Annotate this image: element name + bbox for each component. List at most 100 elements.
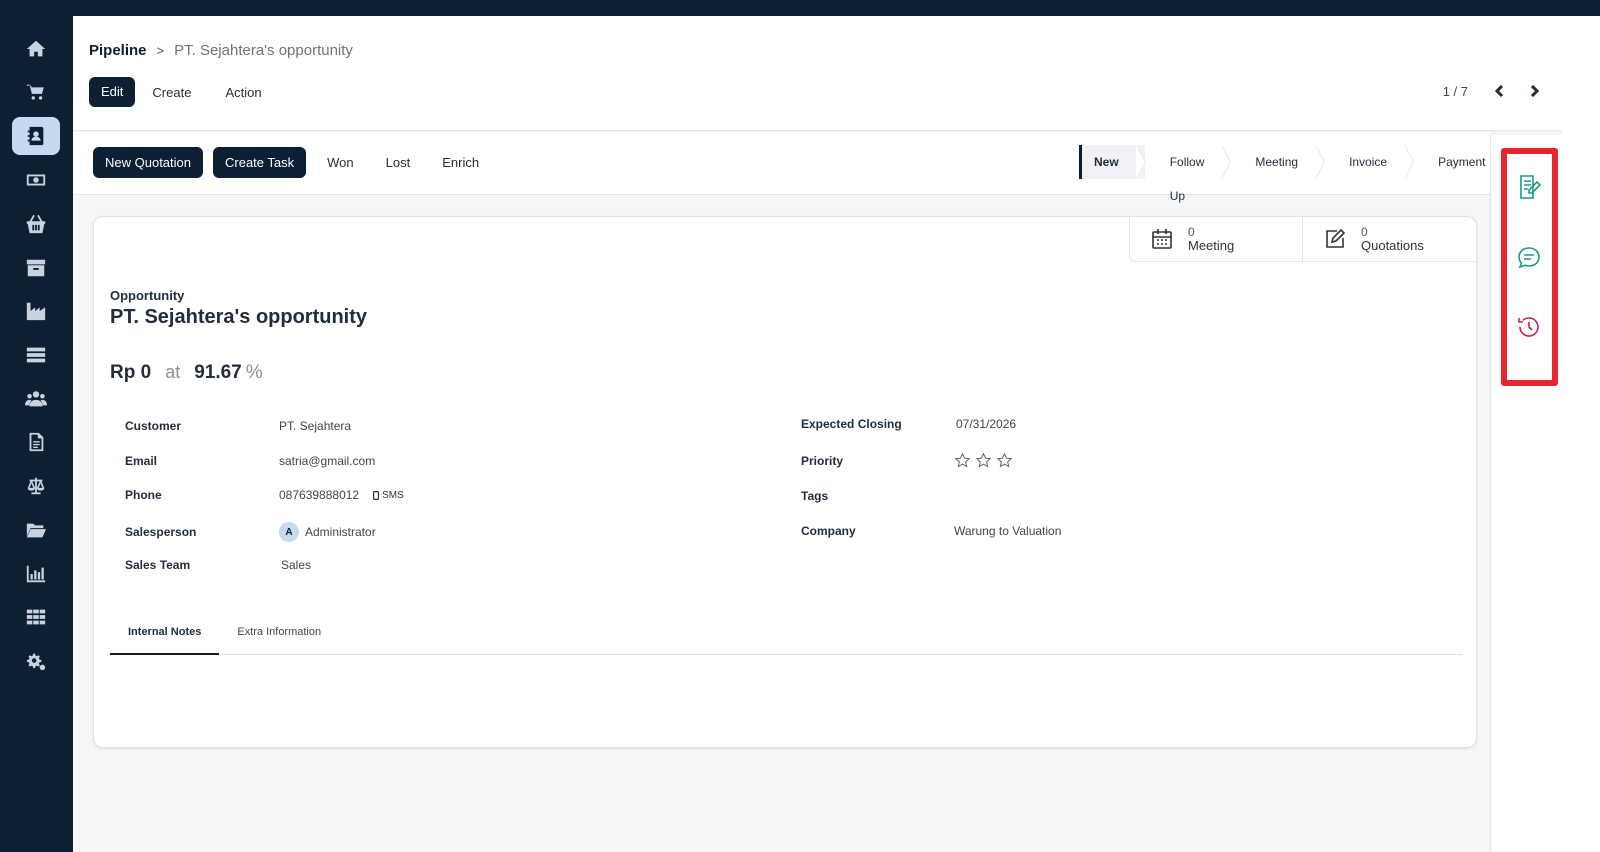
schedule-activity-button[interactable]	[1515, 313, 1543, 341]
phone-row: Phone 087639888012 SMS	[125, 488, 404, 502]
basket-icon	[26, 214, 46, 234]
priority-stars	[954, 452, 1013, 469]
sidebar-item-crm[interactable]	[12, 117, 60, 155]
sidebar-item-accounting[interactable]	[12, 161, 60, 199]
sidebar	[0, 0, 73, 852]
top-bar	[0, 0, 1600, 16]
company-field[interactable]: Warung to Valuation	[954, 524, 1061, 538]
sidebar-item-inventory[interactable]	[12, 249, 60, 287]
apps-grid-icon	[26, 609, 46, 625]
probability-value[interactable]: 91.67	[194, 362, 242, 384]
salesperson-field[interactable]: Administrator	[305, 525, 376, 539]
company-label: Company	[801, 524, 856, 538]
breadcrumb-current: PT. Sejahtera's opportunity	[174, 42, 353, 59]
status-actions: New Quotation Create Task Won Lost Enric…	[93, 147, 490, 178]
control-buttons: Edit Create Action	[89, 77, 279, 107]
stage-invoice[interactable]: Invoice	[1324, 145, 1415, 179]
won-button[interactable]: Won	[316, 148, 365, 178]
sidebar-item-home[interactable]	[12, 30, 60, 68]
folder-open-icon	[26, 523, 47, 538]
stage-selector: New Follow Up Meeting Invoice Payment	[1079, 145, 1511, 203]
pager-value[interactable]: 1 / 7	[1443, 84, 1468, 99]
tags-field[interactable]	[954, 489, 1154, 503]
sidebar-item-legal[interactable]	[12, 467, 60, 505]
meeting-smart-button[interactable]: 0 Meeting	[1130, 217, 1303, 261]
customer-field[interactable]: PT. Sejahtera	[279, 419, 351, 433]
sidebar-item-settings[interactable]	[12, 642, 60, 680]
create-button[interactable]: Create	[135, 77, 208, 107]
stage-follow-up[interactable]: Follow Up	[1145, 145, 1232, 203]
revenue-amount[interactable]: Rp 0	[110, 362, 151, 384]
phone-field[interactable]: 087639888012	[279, 488, 359, 502]
document-icon	[29, 432, 44, 452]
breadcrumb: Pipeline > PT. Sejahtera's opportunity	[89, 42, 353, 59]
mobile-icon	[373, 490, 380, 500]
quotations-smart-text: 0 Quotations	[1361, 225, 1424, 253]
star-icon[interactable]	[954, 452, 971, 469]
star-icon[interactable]	[996, 452, 1013, 469]
log-note-icon	[1520, 175, 1542, 199]
quotations-count: 0	[1361, 225, 1368, 239]
quotations-label: Quotations	[1361, 238, 1424, 253]
new-quotation-button[interactable]: New Quotation	[93, 147, 203, 178]
server-icon	[26, 347, 46, 363]
control-panel: Pipeline > PT. Sejahtera's opportunity E…	[73, 16, 1600, 131]
company-row: Company Warung to Valuation	[801, 524, 1061, 538]
sidebar-item-point-of-sale[interactable]	[12, 205, 60, 243]
sidebar-item-reporting[interactable]	[12, 555, 60, 593]
create-task-button[interactable]: Create Task	[213, 147, 307, 178]
notebook-tabs: Internal Notes Extra Information	[110, 617, 1462, 655]
sidebar-item-manufacturing[interactable]	[12, 292, 60, 330]
edit-button[interactable]: Edit	[89, 77, 136, 107]
customer-row: Customer PT. Sejahtera	[125, 419, 351, 433]
tab-extra-information[interactable]: Extra Information	[219, 617, 339, 654]
expected-closing-row: Expected Closing 07/31/2026	[801, 417, 1016, 431]
meeting-smart-text: 0 Meeting	[1188, 225, 1234, 253]
expected-closing-field[interactable]: 07/31/2026	[956, 417, 1016, 431]
sidebar-item-employees[interactable]	[12, 380, 60, 418]
breadcrumb-separator: >	[156, 43, 165, 58]
email-field[interactable]: satria@gmail.com	[279, 454, 375, 468]
stage-new[interactable]: New	[1082, 145, 1146, 179]
meeting-count: 0	[1188, 225, 1195, 239]
star-icon[interactable]	[975, 452, 992, 469]
send-message-button[interactable]	[1515, 244, 1543, 272]
form-sheet: 0 Meeting 0 Quotations Opportunity PT. S…	[93, 216, 1477, 748]
record-type-label: Opportunity	[110, 288, 185, 303]
calendar-icon	[1152, 229, 1172, 249]
home-icon	[26, 40, 46, 57]
sms-label: SMS	[382, 489, 404, 501]
lost-button[interactable]: Lost	[375, 148, 422, 178]
sidebar-item-servers[interactable]	[12, 336, 60, 374]
meeting-label: Meeting	[1188, 238, 1235, 253]
chevron-right-icon	[1530, 85, 1540, 97]
sms-button[interactable]: SMS	[373, 490, 404, 501]
sales-team-field[interactable]: Sales	[281, 558, 311, 572]
contacts-icon	[27, 126, 44, 146]
log-note-button[interactable]	[1515, 173, 1543, 201]
factory-icon	[26, 302, 46, 321]
sidebar-item-apps[interactable]	[12, 598, 60, 636]
right-edge	[1562, 16, 1600, 852]
opportunity-title[interactable]: PT. Sejahtera's opportunity	[110, 306, 367, 329]
edit-document-icon	[1326, 228, 1346, 248]
stage-meeting[interactable]: Meeting	[1230, 145, 1325, 179]
sidebar-item-files[interactable]	[12, 511, 60, 549]
customer-label: Customer	[125, 419, 182, 433]
sidebar-item-sales[interactable]	[12, 73, 60, 111]
pager: 1 / 7	[1443, 83, 1542, 99]
settings-gears-icon	[26, 653, 46, 671]
balance-scale-icon	[27, 477, 45, 495]
sidebar-item-documents[interactable]	[12, 423, 60, 461]
enrich-button[interactable]: Enrich	[431, 148, 490, 178]
quotations-smart-button[interactable]: 0 Quotations	[1303, 217, 1476, 261]
archive-icon	[26, 259, 46, 277]
tags-label: Tags	[801, 489, 829, 503]
salesperson-label: Salesperson	[125, 525, 197, 539]
pager-previous-button[interactable]	[1492, 83, 1508, 99]
pager-next-button[interactable]	[1526, 83, 1542, 99]
breadcrumb-pipeline[interactable]: Pipeline	[89, 42, 147, 59]
tab-internal-notes[interactable]: Internal Notes	[110, 617, 220, 655]
percent-sign: %	[245, 362, 263, 383]
action-button[interactable]: Action	[208, 77, 278, 107]
